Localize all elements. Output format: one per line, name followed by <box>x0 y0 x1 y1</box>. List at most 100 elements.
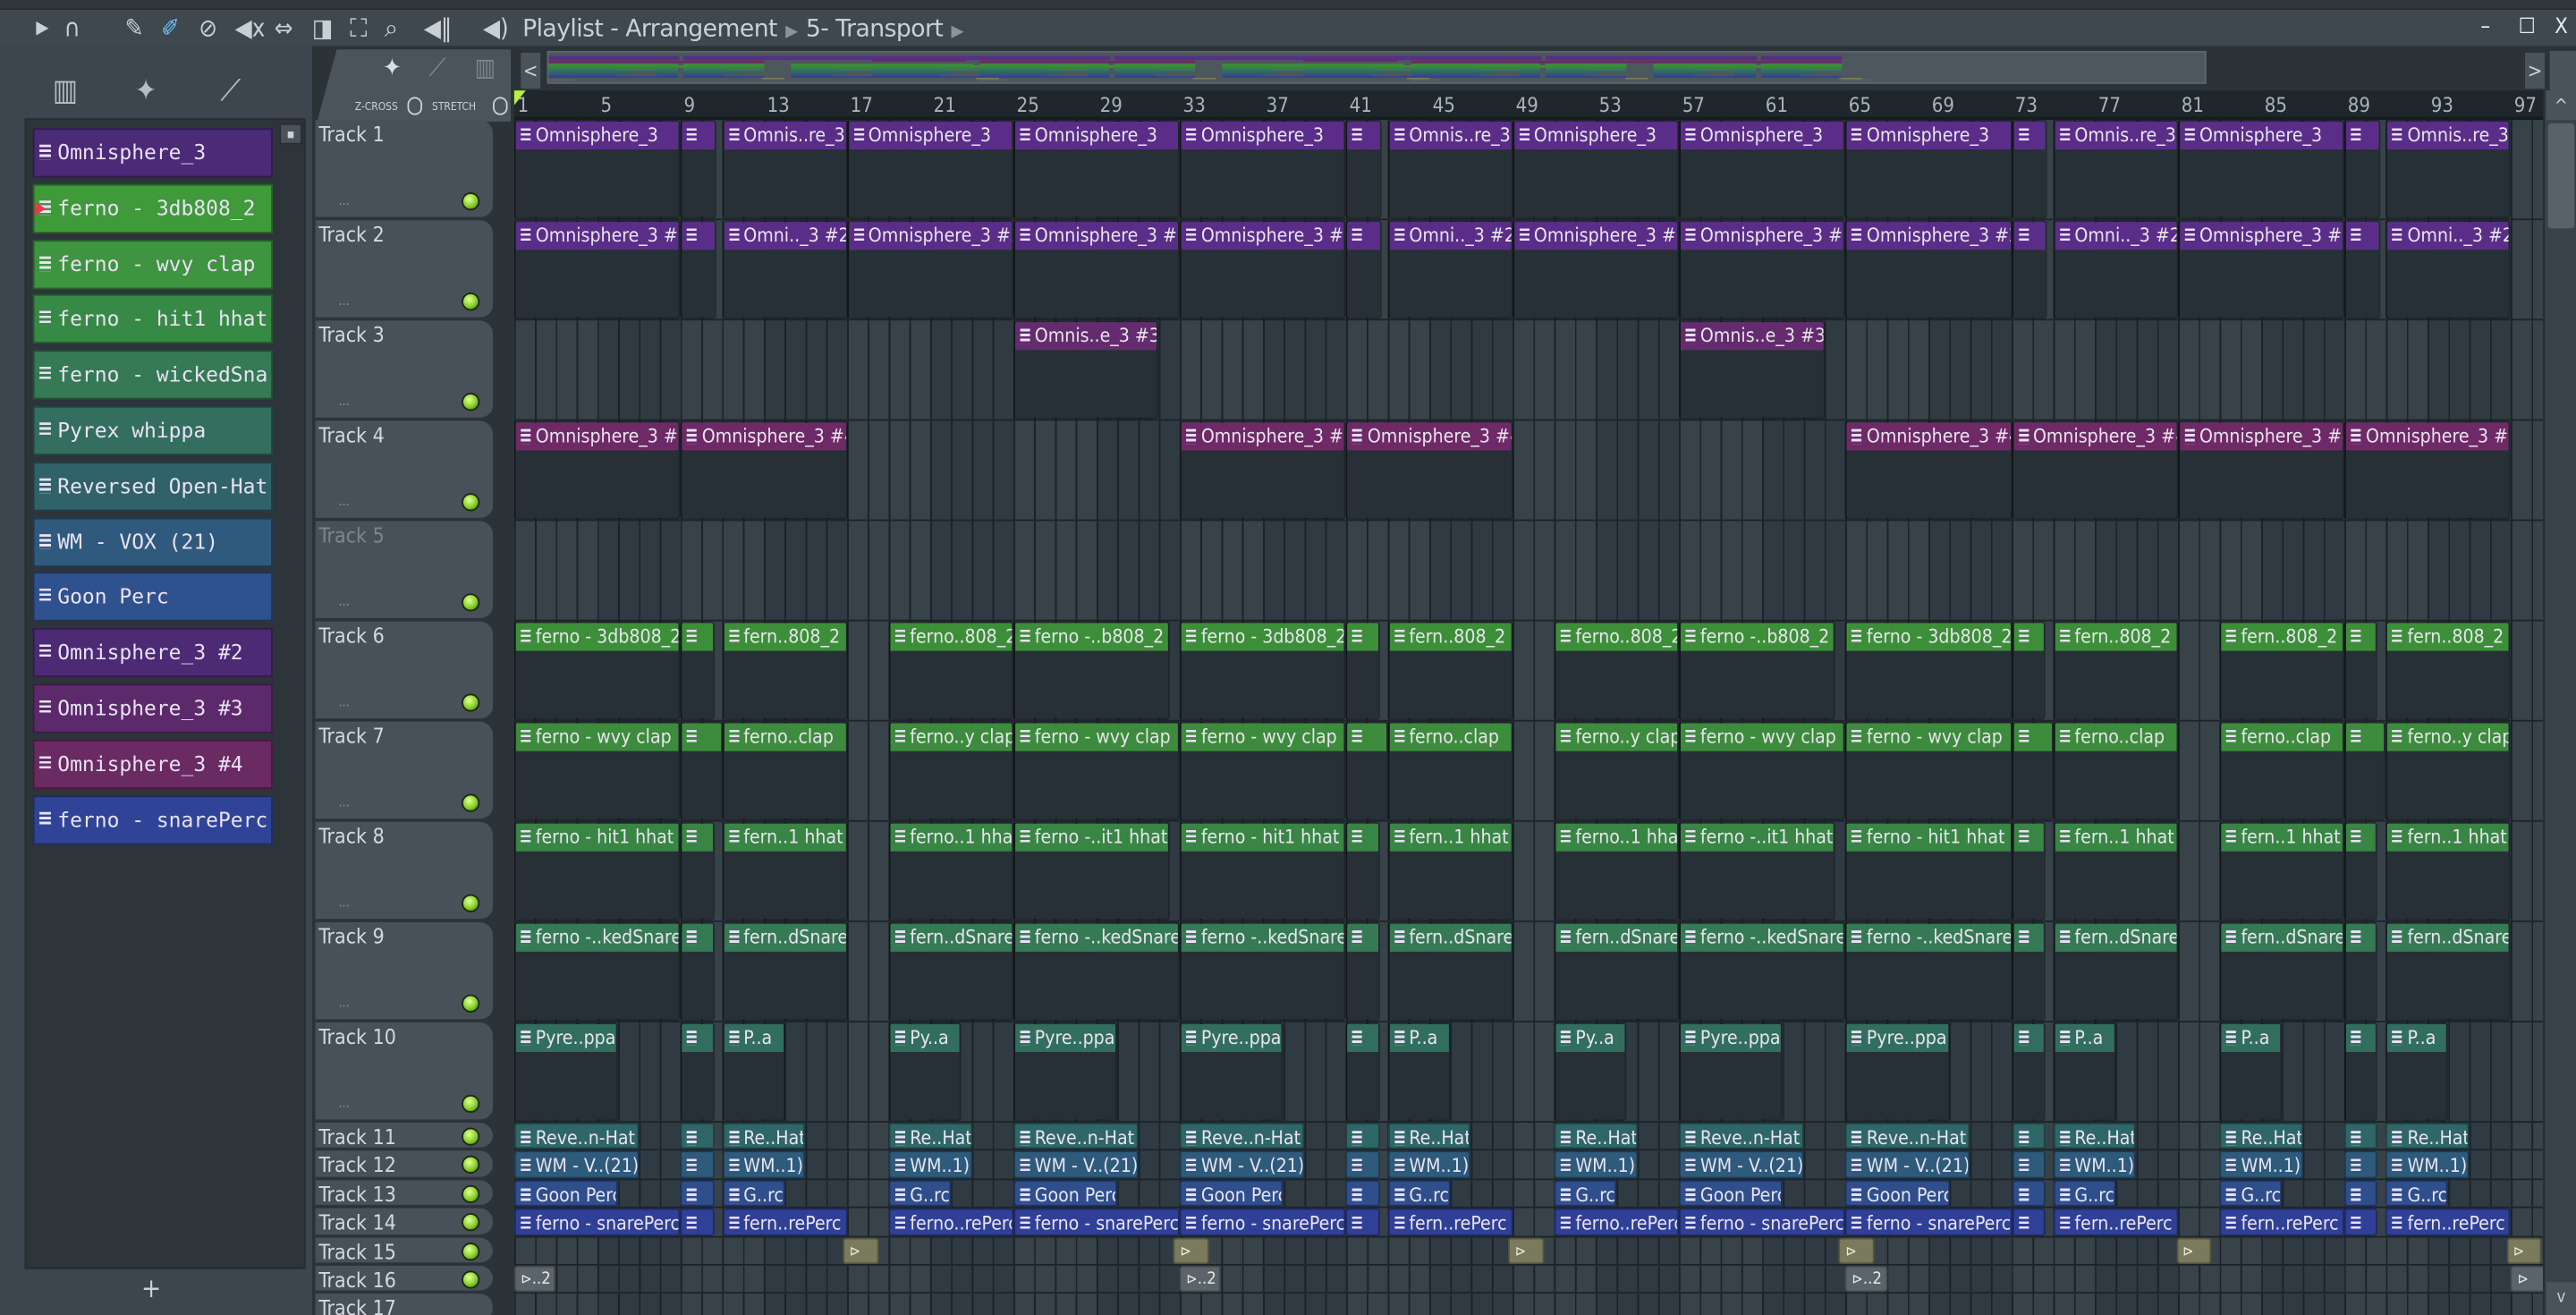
channel-item[interactable]: Omnisphere_3 #4 <box>32 739 273 789</box>
pattern-clip[interactable]: Goon Perc <box>513 1179 619 1208</box>
pattern-clip[interactable]: fern..808_2 <box>2385 621 2512 720</box>
pattern-clip[interactable]: Reve..n-Hat <box>1179 1123 1305 1150</box>
pattern-clip[interactable]: WM - V..(21) <box>1679 1150 1804 1179</box>
pattern-clip[interactable]: WM..1) <box>1554 1150 1638 1179</box>
pattern-clip[interactable]: ferno -..b808_2 <box>1013 621 1170 720</box>
pattern-clip[interactable]: Omnisphere_3 <box>1512 120 1679 219</box>
track-header[interactable]: Track 10 ··· <box>315 1022 494 1122</box>
track-lane[interactable]: Goon Perc G..rc G..rc Goon Perc Goon Perc G..… <box>513 1179 2544 1209</box>
pattern-clip[interactable]: ferno - 3db808_2 <box>1845 621 2012 720</box>
automation-icon[interactable]: ⟋ <box>428 53 445 82</box>
pattern-clip[interactable]: Reve..n-Hat <box>1013 1123 1139 1150</box>
arrangement-overview[interactable] <box>547 50 2207 84</box>
pattern-clip[interactable]: Omnisphere_3 #4 <box>1345 420 1513 520</box>
pattern-clip[interactable]: ferno..y clap <box>2385 721 2512 820</box>
pattern-clip[interactable]: ferno -..kedSnare <box>513 921 681 1022</box>
pattern-clip[interactable]: Omnisphere_3 #4 <box>2012 420 2179 520</box>
pattern-clip[interactable] <box>2012 921 2046 1022</box>
pattern-clip[interactable] <box>680 821 715 920</box>
pattern-clip[interactable]: ferno - wvy clap <box>1845 721 2012 820</box>
pattern-clip[interactable]: Omnisphere_3 <box>513 120 681 219</box>
pattern-clip[interactable]: Omni.._3 #2 <box>722 220 847 319</box>
pattern-clip[interactable]: Omni.._3 #2 <box>2385 220 2512 319</box>
pattern-clip[interactable]: Omnisphere_3 #2 <box>1845 220 2012 319</box>
maximize-button[interactable]: ☐ <box>2519 15 2536 40</box>
channel-item[interactable]: ferno - hit1 hhat <box>32 294 273 344</box>
pattern-clip[interactable]: P..a <box>722 1022 785 1122</box>
pattern-clip[interactable]: ⊳ <box>1508 1236 1544 1265</box>
pattern-clip[interactable]: Pyre..ppa <box>513 1022 619 1122</box>
pattern-clip[interactable]: fern..rePerc <box>2385 1208 2512 1236</box>
pattern-clip[interactable]: Omnisphere_3 #4 <box>680 420 847 520</box>
channel-item[interactable]: ferno - wickedSnare <box>32 350 273 400</box>
pattern-clip[interactable]: G..rc <box>2053 1179 2116 1208</box>
pattern-clip[interactable] <box>1345 220 1382 319</box>
pattern-clip[interactable]: Omnisphere_3 #4 <box>1179 420 1346 520</box>
pattern-clip[interactable]: fern..dSnare <box>1387 921 1513 1022</box>
pattern-clip[interactable]: Omnis..re_3 <box>2053 120 2179 219</box>
pattern-clip[interactable] <box>2344 921 2378 1022</box>
pattern-clip[interactable]: ferno..rePerc <box>888 1208 1013 1236</box>
pattern-clip[interactable] <box>1345 1123 1380 1150</box>
stretch-toggle[interactable] <box>493 97 508 115</box>
pattern-clip[interactable]: Pyre..ppa <box>1179 1022 1284 1122</box>
pattern-clip[interactable] <box>2012 220 2047 319</box>
automation-icon[interactable]: ⟋ <box>220 74 241 109</box>
pattern-clip[interactable]: fern..rePerc <box>2053 1208 2179 1236</box>
vertical-scrollbar[interactable]: ^ v <box>2543 90 2576 1315</box>
track-lane[interactable]: Pyre..ppa P..a Py..a Pyre..ppa Pyre..ppa P..a… <box>513 1022 2544 1124</box>
pattern-clip[interactable]: P..a <box>2219 1022 2283 1122</box>
pattern-clip[interactable]: Re..Hat <box>2385 1123 2470 1150</box>
track-enable-led[interactable] <box>462 393 480 411</box>
select-icon[interactable]: ⛶ <box>350 13 367 43</box>
track-enable-led[interactable] <box>462 894 480 912</box>
pattern-clip[interactable] <box>2012 1123 2046 1150</box>
pattern-clip[interactable]: Goon Perc <box>1845 1179 1950 1208</box>
delete-icon[interactable]: ⊘ <box>199 13 217 43</box>
pattern-clip[interactable]: G..rc <box>1554 1179 1617 1208</box>
pattern-clip[interactable]: fern..dSnare <box>2053 921 2179 1022</box>
pattern-clip[interactable]: Goon Perc <box>1013 1179 1118 1208</box>
track-lane[interactable]: ferno - wvy clap ferno..clap ferno..y clap… <box>513 721 2544 822</box>
slip-icon[interactable]: ⇔ <box>275 13 293 43</box>
pattern-clip[interactable] <box>2012 120 2047 219</box>
pattern-clip[interactable]: Goon Perc <box>1179 1179 1284 1208</box>
track-enable-led[interactable] <box>462 493 480 512</box>
pattern-clip[interactable] <box>2344 1150 2378 1179</box>
track-header[interactable]: Track 7 ··· <box>315 721 494 820</box>
channel-item[interactable]: Pyrex whippa <box>32 405 273 455</box>
pattern-clip[interactable] <box>680 220 716 319</box>
track-lane[interactable] <box>513 521 2544 622</box>
pattern-clip[interactable]: Pyre..ppa <box>1679 1022 1784 1122</box>
track-enable-led[interactable] <box>462 1127 480 1146</box>
track-header[interactable]: Track 6 ··· <box>315 621 494 720</box>
pattern-clip[interactable]: ⊳ <box>843 1236 878 1265</box>
pattern-clip[interactable]: WM..1) <box>2385 1150 2470 1179</box>
track-lane[interactable]: ⊳ ⊳ ⊳ ⊳ ⊳ ⊳ <box>513 1236 2544 1266</box>
pattern-clip[interactable] <box>1345 721 1388 820</box>
pattern-clip[interactable] <box>2012 1179 2046 1208</box>
pattern-clip[interactable]: WM..1) <box>1387 1150 1471 1179</box>
pattern-clip[interactable]: fern..dSnare <box>888 921 1013 1022</box>
playback-icon[interactable]: ◀‖ <box>424 13 452 43</box>
pattern-clip[interactable] <box>2344 1208 2378 1236</box>
pattern-clip[interactable] <box>1345 1150 1380 1179</box>
pattern-clip[interactable]: Re..Hat <box>1554 1123 1638 1150</box>
pattern-clip[interactable]: P..a <box>2053 1022 2116 1122</box>
pattern-clip[interactable]: Pyre..ppa <box>1845 1022 1950 1122</box>
pattern-clip[interactable]: WM - V..(21) <box>513 1150 640 1179</box>
pattern-clip[interactable]: Py..a <box>888 1022 962 1122</box>
track-header[interactable]: Track 12 <box>315 1150 494 1179</box>
waveform-icon[interactable]: ✦ <box>135 74 157 109</box>
pattern-clip[interactable]: ferno - hit1 hhat <box>1179 821 1346 920</box>
pattern-clip[interactable] <box>2344 721 2386 820</box>
pattern-clip[interactable] <box>680 621 715 720</box>
channel-item[interactable]: Omnisphere_3 <box>32 128 273 178</box>
pattern-clip[interactable]: ⊳..2 <box>1845 1265 1887 1293</box>
pattern-clip[interactable] <box>680 120 716 219</box>
pattern-clip[interactable] <box>1345 1179 1380 1208</box>
pattern-clip[interactable]: fern..dSnare <box>2385 921 2512 1022</box>
pattern-clip[interactable]: ferno - snarePerc <box>1179 1208 1346 1236</box>
pattern-clip[interactable]: Pyre..ppa <box>1013 1022 1118 1122</box>
pattern-clip[interactable]: fern..rePerc <box>722 1208 847 1236</box>
